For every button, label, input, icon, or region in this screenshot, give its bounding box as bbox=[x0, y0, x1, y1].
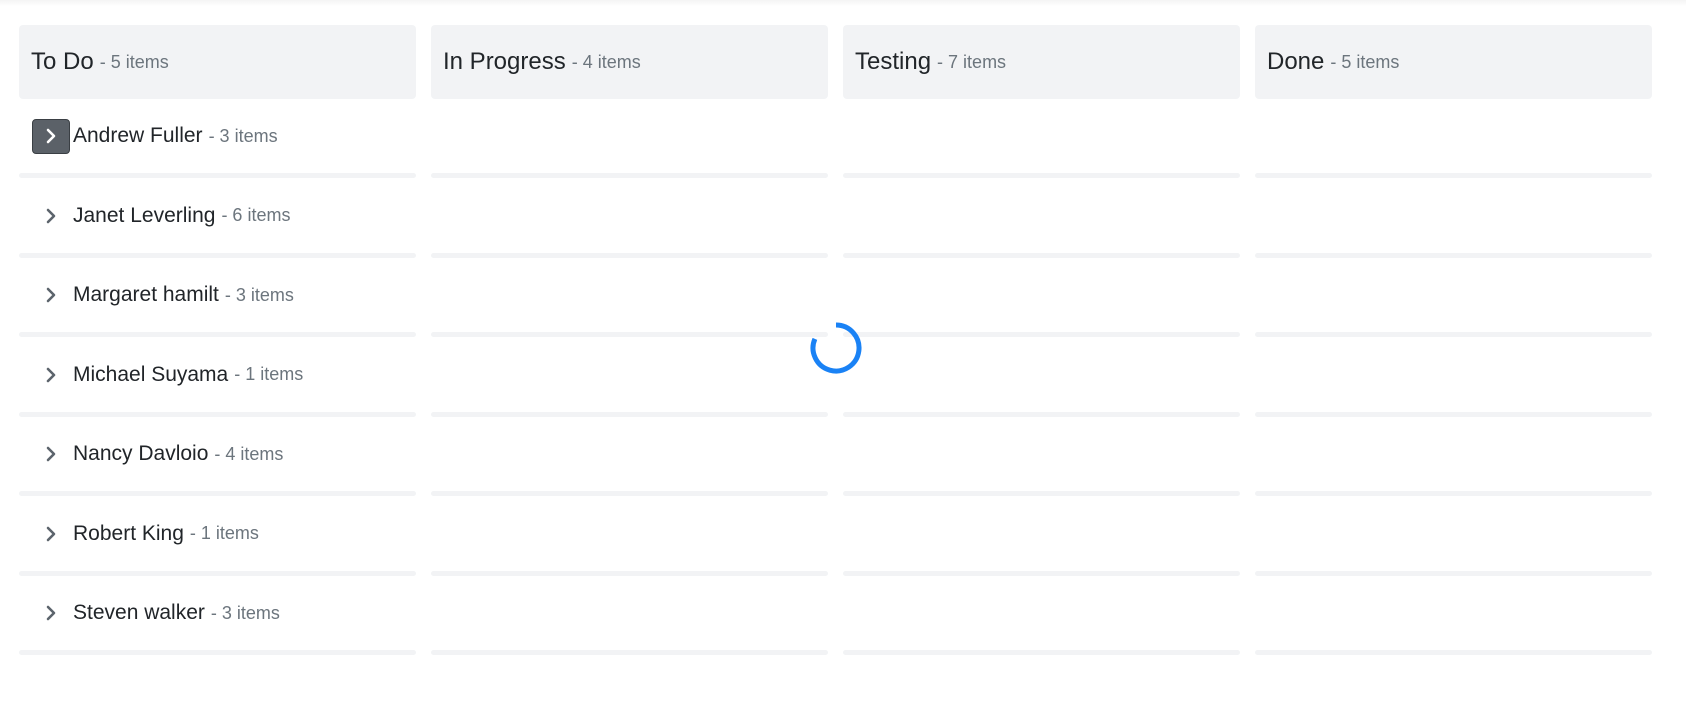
divider-in-progress bbox=[431, 332, 828, 337]
swimlane-header: Steven walker - 3 items bbox=[19, 576, 280, 650]
chevron-right-icon bbox=[46, 367, 56, 382]
column-title: In Progress bbox=[443, 48, 566, 75]
divider-todo bbox=[19, 650, 416, 655]
swimlane-robert-king: Robert King - 1 items bbox=[19, 497, 1652, 577]
column-title: Testing bbox=[855, 48, 932, 75]
divider-in-progress bbox=[431, 491, 828, 496]
divider-in-progress bbox=[431, 650, 828, 655]
chevron-right-icon bbox=[46, 287, 56, 303]
swimlane-steven-walker: Steven walker - 3 items bbox=[19, 576, 1652, 656]
swimlane-count: - 3 items bbox=[208, 125, 278, 146]
swimlane-count: - 6 items bbox=[221, 205, 291, 225]
divider-todo bbox=[19, 332, 416, 337]
swimlane-count: - 3 items bbox=[210, 602, 280, 623]
divider-testing bbox=[843, 570, 1240, 576]
swimlane-count: - 1 items bbox=[189, 523, 259, 543]
swimlane-divider bbox=[19, 491, 1652, 496]
swimlane-name: Steven walker bbox=[73, 601, 205, 624]
swimlane-header: Michael Suyama - 1 items bbox=[19, 338, 303, 412]
column-header-in-progress: In Progress - 4 items bbox=[431, 25, 828, 99]
swimlane-header: Robert King - 1 items bbox=[19, 497, 259, 571]
divider-todo bbox=[19, 173, 416, 178]
swimlane-count: - 4 items bbox=[214, 443, 284, 464]
swimlane-header: Janet Leverling - 6 items bbox=[19, 179, 290, 253]
chevron-right-icon bbox=[46, 446, 56, 462]
divider-testing bbox=[843, 411, 1240, 417]
chevron-right-icon bbox=[46, 605, 56, 621]
swimlane-name: Nancy Davloio bbox=[73, 442, 209, 465]
swimlane-divider bbox=[19, 570, 1652, 576]
swimlane-andrew-fuller: Andrew Fuller - 3 items bbox=[19, 99, 1652, 179]
divider-todo bbox=[19, 411, 416, 417]
top-shadow bbox=[0, 0, 1686, 6]
divider-testing bbox=[843, 173, 1240, 178]
divider-todo bbox=[19, 491, 416, 496]
swimlane-divider bbox=[19, 252, 1652, 258]
column-header-todo: To Do - 5 items bbox=[19, 25, 416, 99]
swimlane-count: - 3 items bbox=[224, 284, 294, 305]
divider-testing bbox=[843, 332, 1240, 337]
swimlane-header: Margaret hamilt - 3 items bbox=[19, 258, 294, 332]
divider-in-progress bbox=[431, 252, 828, 258]
swimlane-header: Nancy Davloio - 4 items bbox=[19, 417, 283, 491]
divider-done bbox=[1255, 570, 1652, 576]
column-count: - 4 items bbox=[571, 51, 641, 72]
column-count: - 5 items bbox=[1330, 51, 1400, 72]
column-count: - 5 items bbox=[99, 51, 169, 72]
expand-swimlane-button[interactable] bbox=[32, 516, 70, 551]
column-title: To Do bbox=[31, 48, 94, 75]
chevron-right-icon bbox=[46, 128, 56, 144]
swimlane-janet-leverling: Janet Leverling - 6 items bbox=[19, 179, 1652, 259]
swimlane-count: - 1 items bbox=[234, 364, 304, 384]
expand-swimlane-button[interactable] bbox=[32, 198, 70, 233]
spinner-icon bbox=[810, 322, 862, 374]
swimlane-name: Margaret hamilt bbox=[73, 283, 219, 306]
expand-swimlane-button[interactable] bbox=[32, 357, 70, 392]
swimlane-header: Andrew Fuller - 3 items bbox=[19, 99, 278, 173]
column-header-done: Done - 5 items bbox=[1255, 25, 1652, 99]
expand-swimlane-button[interactable] bbox=[32, 437, 70, 472]
swimlane-list: Andrew Fuller - 3 items Janet Leverling … bbox=[19, 99, 1652, 656]
chevron-right-icon bbox=[46, 208, 56, 223]
divider-done bbox=[1255, 650, 1652, 655]
divider-testing bbox=[843, 252, 1240, 258]
expand-swimlane-button[interactable] bbox=[32, 118, 70, 154]
divider-todo bbox=[19, 570, 416, 576]
swimlane-nancy-davloio: Nancy Davloio - 4 items bbox=[19, 417, 1652, 497]
swimlane-divider bbox=[19, 411, 1652, 417]
expand-swimlane-button[interactable] bbox=[32, 278, 70, 313]
expand-swimlane-button[interactable] bbox=[32, 596, 70, 631]
column-count: - 7 items bbox=[937, 51, 1007, 72]
swimlane-divider bbox=[19, 650, 1652, 655]
divider-testing bbox=[843, 491, 1240, 496]
column-header-row: To Do - 5 items In Progress - 4 items Te… bbox=[19, 25, 1652, 99]
divider-done bbox=[1255, 173, 1652, 178]
divider-testing bbox=[843, 650, 1240, 655]
chevron-right-icon bbox=[46, 526, 56, 541]
swimlane-name: Robert King bbox=[73, 521, 184, 545]
swimlane-name: Michael Suyama bbox=[73, 362, 229, 386]
divider-done bbox=[1255, 411, 1652, 417]
column-header-testing: Testing - 7 items bbox=[843, 25, 1240, 99]
divider-todo bbox=[19, 252, 416, 258]
swimlane-name: Janet Leverling bbox=[73, 203, 216, 227]
divider-done bbox=[1255, 252, 1652, 258]
divider-done bbox=[1255, 332, 1652, 337]
divider-done bbox=[1255, 491, 1652, 496]
column-title: Done bbox=[1267, 48, 1325, 75]
swimlane-name: Andrew Fuller bbox=[73, 124, 203, 147]
divider-in-progress bbox=[431, 173, 828, 178]
divider-in-progress bbox=[431, 411, 828, 417]
swimlane-divider bbox=[19, 173, 1652, 178]
divider-in-progress bbox=[431, 570, 828, 576]
